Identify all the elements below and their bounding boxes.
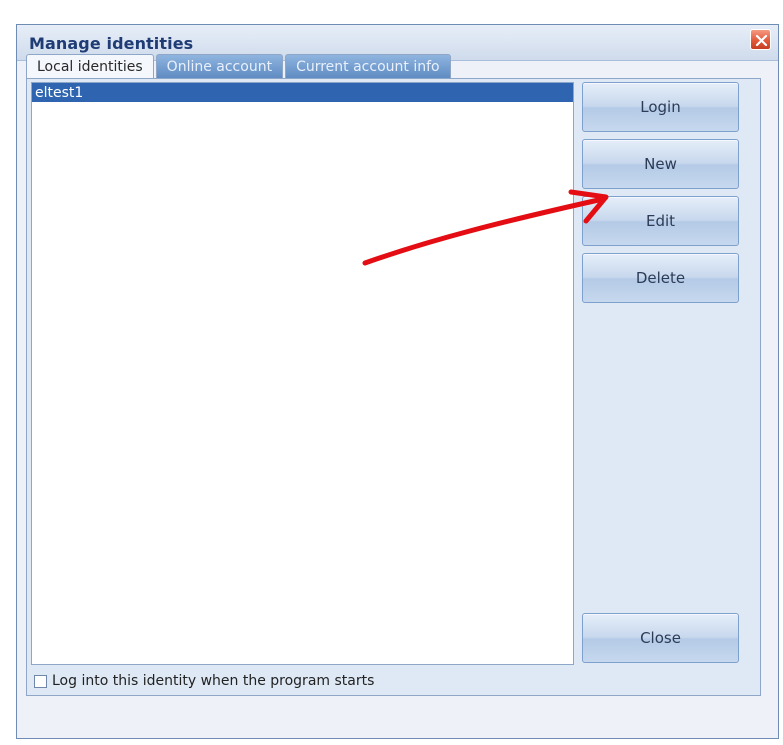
edit-button[interactable]: Edit	[582, 196, 739, 246]
tab-online-account[interactable]: Online account	[155, 54, 284, 78]
login-button[interactable]: Login	[582, 82, 739, 132]
window-close-button[interactable]	[750, 29, 771, 50]
tab-strip: Local identities Online account Current …	[26, 54, 451, 78]
tab-local-identities[interactable]: Local identities	[26, 54, 154, 78]
startup-checkbox-label: Log into this identity when the program …	[52, 673, 375, 689]
tab-current-account-info[interactable]: Current account info	[285, 54, 451, 78]
window-title: Manage identities	[29, 34, 194, 53]
startup-checkbox[interactable]	[34, 674, 47, 688]
new-button[interactable]: New	[582, 139, 739, 189]
delete-button[interactable]: Delete	[582, 253, 739, 303]
close-button[interactable]: Close	[582, 613, 739, 663]
identities-list[interactable]: eltest1	[31, 82, 574, 665]
startup-option: Log into this identity when the program …	[34, 672, 374, 690]
list-item[interactable]: eltest1	[32, 83, 573, 102]
close-icon	[755, 34, 768, 47]
